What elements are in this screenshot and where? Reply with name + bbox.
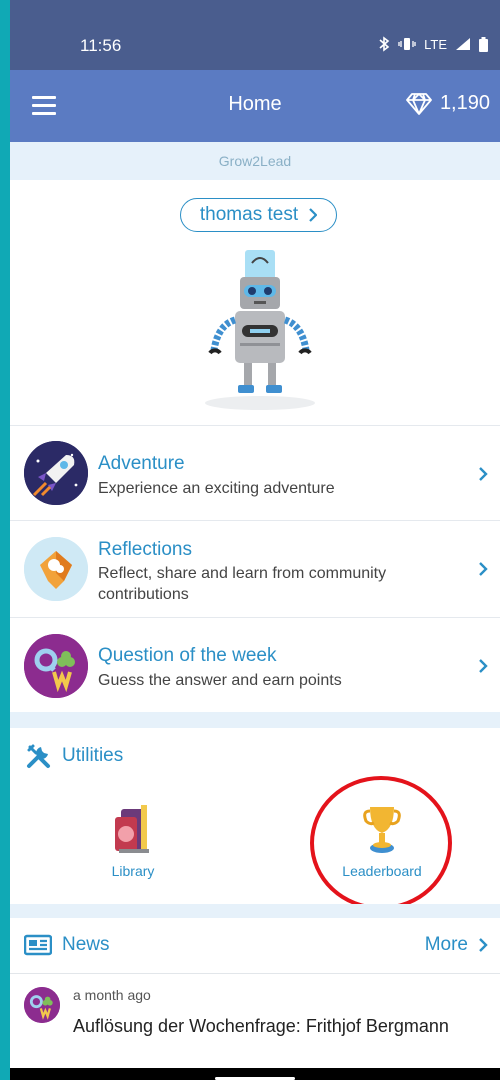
feature-question-of-the-week[interactable]: Question of the week Guess the answer an… [10,617,500,712]
feature-description: Guess the answer and earn points [98,672,342,689]
brand-strip: Grow2Lead [10,142,500,180]
status-time: 11:56 [80,36,122,55]
battery-icon [479,36,488,52]
section-divider [10,712,500,728]
news-time: a month ago [73,987,151,1003]
feature-description: Reflect, share and learn from community … [98,565,387,603]
rocket-icon [24,441,88,505]
gems-value: 1,190 [439,92,490,114]
news-header: News More [10,918,500,974]
highlight-circle [310,776,452,910]
utility-library[interactable]: Library [63,803,203,879]
gems-counter[interactable]: 1,190 [406,92,490,115]
signal-icon [456,38,470,50]
chevron-right-icon [309,208,318,222]
news-more-label: More [424,934,468,955]
utility-label: Library [111,863,155,879]
reflection-icon [24,537,88,601]
news-title: News [62,934,110,955]
chevron-right-icon [479,467,488,481]
status-icons: LTE [378,36,488,52]
feature-adventure[interactable]: Adventure Experience an exciting adventu… [10,425,500,520]
section-divider [10,904,500,918]
bluetooth-icon [379,36,390,52]
network-label: LTE [424,36,447,52]
feature-title: Reflections [98,539,192,560]
brand-label: Grow2Lead [218,153,292,169]
feature-description: Experience an exciting adventure [98,480,335,497]
news-title-group: News [24,934,110,956]
chevron-right-icon [479,659,488,673]
status-bar: 11:56 LTE [10,0,500,70]
robot-avatar [205,250,315,410]
profile-button[interactable]: thomas test [180,198,337,232]
feature-reflections[interactable]: Reflections Reflect, share and learn fro… [10,520,500,617]
news-headline: Auflösung der Wochenfrage: Frithjof Berg… [73,1016,449,1036]
chevron-right-icon [479,562,488,576]
feature-title: Adventure [98,453,185,474]
diamond-icon [406,92,432,115]
utilities-title: Utilities [62,745,124,766]
profile-section: thomas test [10,180,500,425]
app-bar: Home 1,190 [10,70,500,142]
feature-title: Question of the week [98,645,277,666]
news-more-button[interactable]: More [425,934,488,956]
qotw-icon [24,987,60,1023]
tools-icon [27,744,50,768]
utilities-header: Utilities [26,743,123,769]
qotw-icon [24,634,88,698]
system-nav-bar [10,1068,500,1080]
chevron-right-icon [479,938,488,952]
library-icon [115,805,149,853]
phone-screen: 11:56 LTE Home 1,190 Grow2Lead thomas te… [10,0,500,1080]
profile-name: thomas test [199,204,299,225]
vibrate-icon [398,38,416,50]
news-item[interactable]: a month ago Auflösung der Wochenfrage: F… [10,975,500,1065]
newspaper-icon [24,934,52,956]
